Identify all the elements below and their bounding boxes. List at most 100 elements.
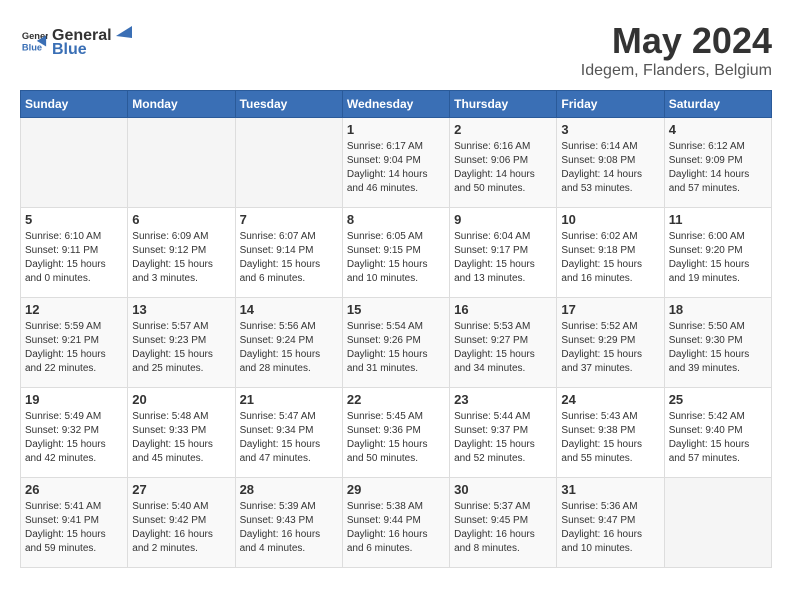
day-info: Sunrise: 5:36 AM Sunset: 9:47 PM Dayligh…	[561, 500, 659, 556]
weekday-header-tuesday: Tuesday	[235, 91, 342, 118]
day-number: 14	[240, 302, 338, 317]
day-info: Sunrise: 5:40 AM Sunset: 9:42 PM Dayligh…	[132, 500, 230, 556]
day-number: 4	[669, 122, 767, 137]
day-number: 15	[347, 302, 445, 317]
day-info: Sunrise: 6:02 AM Sunset: 9:18 PM Dayligh…	[561, 230, 659, 286]
day-info: Sunrise: 6:10 AM Sunset: 9:11 PM Dayligh…	[25, 230, 123, 286]
svg-text:Blue: Blue	[22, 42, 42, 52]
day-info: Sunrise: 5:57 AM Sunset: 9:23 PM Dayligh…	[132, 320, 230, 376]
calendar-cell: 13 Sunrise: 5:57 AM Sunset: 9:23 PM Dayli…	[128, 298, 235, 388]
day-info: Sunrise: 5:42 AM Sunset: 9:40 PM Dayligh…	[669, 410, 767, 466]
calendar-cell: 27 Sunrise: 5:40 AM Sunset: 9:42 PM Dayli…	[128, 478, 235, 568]
calendar-cell: 4 Sunrise: 6:12 AM Sunset: 9:09 PM Daylig…	[664, 118, 771, 208]
day-info: Sunrise: 5:45 AM Sunset: 9:36 PM Dayligh…	[347, 410, 445, 466]
day-info: Sunrise: 6:07 AM Sunset: 9:14 PM Dayligh…	[240, 230, 338, 286]
calendar-cell: 6 Sunrise: 6:09 AM Sunset: 9:12 PM Daylig…	[128, 208, 235, 298]
calendar-cell: 9 Sunrise: 6:04 AM Sunset: 9:17 PM Daylig…	[450, 208, 557, 298]
day-number: 19	[25, 392, 123, 407]
weekday-header-monday: Monday	[128, 91, 235, 118]
logo-triangle-icon	[112, 20, 132, 40]
day-number: 25	[669, 392, 767, 407]
calendar-table: SundayMondayTuesdayWednesdayThursdayFrid…	[20, 90, 772, 568]
day-info: Sunrise: 5:37 AM Sunset: 9:45 PM Dayligh…	[454, 500, 552, 556]
calendar-cell: 23Sunrise: 5:44 AM Sunset: 9:37 PM Dayli…	[450, 388, 557, 478]
weekday-header-saturday: Saturday	[664, 91, 771, 118]
logo: General Blue General Blue	[20, 20, 132, 59]
calendar-cell: 20Sunrise: 5:48 AM Sunset: 9:33 PM Dayli…	[128, 388, 235, 478]
day-info: Sunrise: 5:47 AM Sunset: 9:34 PM Dayligh…	[240, 410, 338, 466]
day-info: Sunrise: 6:05 AM Sunset: 9:15 PM Dayligh…	[347, 230, 445, 286]
weekday-header-thursday: Thursday	[450, 91, 557, 118]
day-number: 31	[561, 482, 659, 497]
day-info: Sunrise: 6:16 AM Sunset: 9:06 PM Dayligh…	[454, 140, 552, 196]
calendar-cell: 29 Sunrise: 5:38 AM Sunset: 9:44 PM Dayli…	[342, 478, 449, 568]
calendar-cell: 17Sunrise: 5:52 AM Sunset: 9:29 PM Dayli…	[557, 298, 664, 388]
day-info: Sunrise: 6:04 AM Sunset: 9:17 PM Dayligh…	[454, 230, 552, 286]
day-number: 18	[669, 302, 767, 317]
day-number: 9	[454, 212, 552, 227]
calendar-cell: 15 Sunrise: 5:54 AM Sunset: 9:26 PM Dayli…	[342, 298, 449, 388]
calendar-cell: 5 Sunrise: 6:10 AM Sunset: 9:11 PM Daylig…	[21, 208, 128, 298]
weekday-header-friday: Friday	[557, 91, 664, 118]
calendar-cell: 12Sunrise: 5:59 AM Sunset: 9:21 PM Dayli…	[21, 298, 128, 388]
day-info: Sunrise: 5:41 AM Sunset: 9:41 PM Dayligh…	[25, 500, 123, 556]
calendar-cell: 10Sunrise: 6:02 AM Sunset: 9:18 PM Dayli…	[557, 208, 664, 298]
day-info: Sunrise: 6:00 AM Sunset: 9:20 PM Dayligh…	[669, 230, 767, 286]
day-number: 20	[132, 392, 230, 407]
page-header: General Blue General Blue May 2024 Idege…	[20, 20, 772, 80]
day-info: Sunrise: 6:17 AM Sunset: 9:04 PM Dayligh…	[347, 140, 445, 196]
calendar-cell: 14 Sunrise: 5:56 AM Sunset: 9:24 PM Dayli…	[235, 298, 342, 388]
calendar-cell	[235, 118, 342, 208]
calendar-cell: 25 Sunrise: 5:42 AM Sunset: 9:40 PM Dayli…	[664, 388, 771, 478]
logo-icon: General Blue	[20, 26, 48, 54]
day-number: 27	[132, 482, 230, 497]
calendar-cell: 21Sunrise: 5:47 AM Sunset: 9:34 PM Dayli…	[235, 388, 342, 478]
day-number: 28	[240, 482, 338, 497]
day-info: Sunrise: 5:50 AM Sunset: 9:30 PM Dayligh…	[669, 320, 767, 376]
day-number: 6	[132, 212, 230, 227]
day-info: Sunrise: 5:44 AM Sunset: 9:37 PM Dayligh…	[454, 410, 552, 466]
calendar-cell: 8Sunrise: 6:05 AM Sunset: 9:15 PM Daylig…	[342, 208, 449, 298]
day-info: Sunrise: 5:38 AM Sunset: 9:44 PM Dayligh…	[347, 500, 445, 556]
day-number: 7	[240, 212, 338, 227]
title-block: May 2024 Idegem, Flanders, Belgium	[581, 20, 772, 80]
day-info: Sunrise: 6:09 AM Sunset: 9:12 PM Dayligh…	[132, 230, 230, 286]
day-number: 29	[347, 482, 445, 497]
day-number: 5	[25, 212, 123, 227]
weekday-header-row: SundayMondayTuesdayWednesdayThursdayFrid…	[21, 91, 772, 118]
weekday-header-wednesday: Wednesday	[342, 91, 449, 118]
week-row-4: 19 Sunrise: 5:49 AM Sunset: 9:32 PM Dayli…	[21, 388, 772, 478]
day-number: 22	[347, 392, 445, 407]
calendar-cell: 19 Sunrise: 5:49 AM Sunset: 9:32 PM Dayli…	[21, 388, 128, 478]
calendar-cell: 16Sunrise: 5:53 AM Sunset: 9:27 PM Dayli…	[450, 298, 557, 388]
day-number: 13	[132, 302, 230, 317]
day-info: Sunrise: 5:54 AM Sunset: 9:26 PM Dayligh…	[347, 320, 445, 376]
day-number: 11	[669, 212, 767, 227]
day-number: 1	[347, 122, 445, 137]
calendar-cell: 3Sunrise: 6:14 AM Sunset: 9:08 PM Daylig…	[557, 118, 664, 208]
day-info: Sunrise: 6:12 AM Sunset: 9:09 PM Dayligh…	[669, 140, 767, 196]
week-row-2: 5 Sunrise: 6:10 AM Sunset: 9:11 PM Daylig…	[21, 208, 772, 298]
calendar-cell: 11 Sunrise: 6:00 AM Sunset: 9:20 PM Dayli…	[664, 208, 771, 298]
day-number: 26	[25, 482, 123, 497]
calendar-cell	[21, 118, 128, 208]
location-subtitle: Idegem, Flanders, Belgium	[581, 62, 772, 80]
month-year-title: May 2024	[581, 20, 772, 62]
day-info: Sunrise: 5:43 AM Sunset: 9:38 PM Dayligh…	[561, 410, 659, 466]
day-info: Sunrise: 5:59 AM Sunset: 9:21 PM Dayligh…	[25, 320, 123, 376]
calendar-cell: 26 Sunrise: 5:41 AM Sunset: 9:41 PM Dayli…	[21, 478, 128, 568]
calendar-cell: 30Sunrise: 5:37 AM Sunset: 9:45 PM Dayli…	[450, 478, 557, 568]
calendar-cell: 31 Sunrise: 5:36 AM Sunset: 9:47 PM Dayli…	[557, 478, 664, 568]
day-number: 2	[454, 122, 552, 137]
day-info: Sunrise: 5:53 AM Sunset: 9:27 PM Dayligh…	[454, 320, 552, 376]
calendar-cell: 22 Sunrise: 5:45 AM Sunset: 9:36 PM Dayli…	[342, 388, 449, 478]
calendar-cell: 24Sunrise: 5:43 AM Sunset: 9:38 PM Dayli…	[557, 388, 664, 478]
day-info: Sunrise: 5:56 AM Sunset: 9:24 PM Dayligh…	[240, 320, 338, 376]
calendar-cell: 2 Sunrise: 6:16 AM Sunset: 9:06 PM Daylig…	[450, 118, 557, 208]
week-row-3: 12Sunrise: 5:59 AM Sunset: 9:21 PM Dayli…	[21, 298, 772, 388]
day-number: 17	[561, 302, 659, 317]
week-row-5: 26 Sunrise: 5:41 AM Sunset: 9:41 PM Dayli…	[21, 478, 772, 568]
day-info: Sunrise: 5:49 AM Sunset: 9:32 PM Dayligh…	[25, 410, 123, 466]
weekday-header-sunday: Sunday	[21, 91, 128, 118]
day-info: Sunrise: 5:39 AM Sunset: 9:43 PM Dayligh…	[240, 500, 338, 556]
